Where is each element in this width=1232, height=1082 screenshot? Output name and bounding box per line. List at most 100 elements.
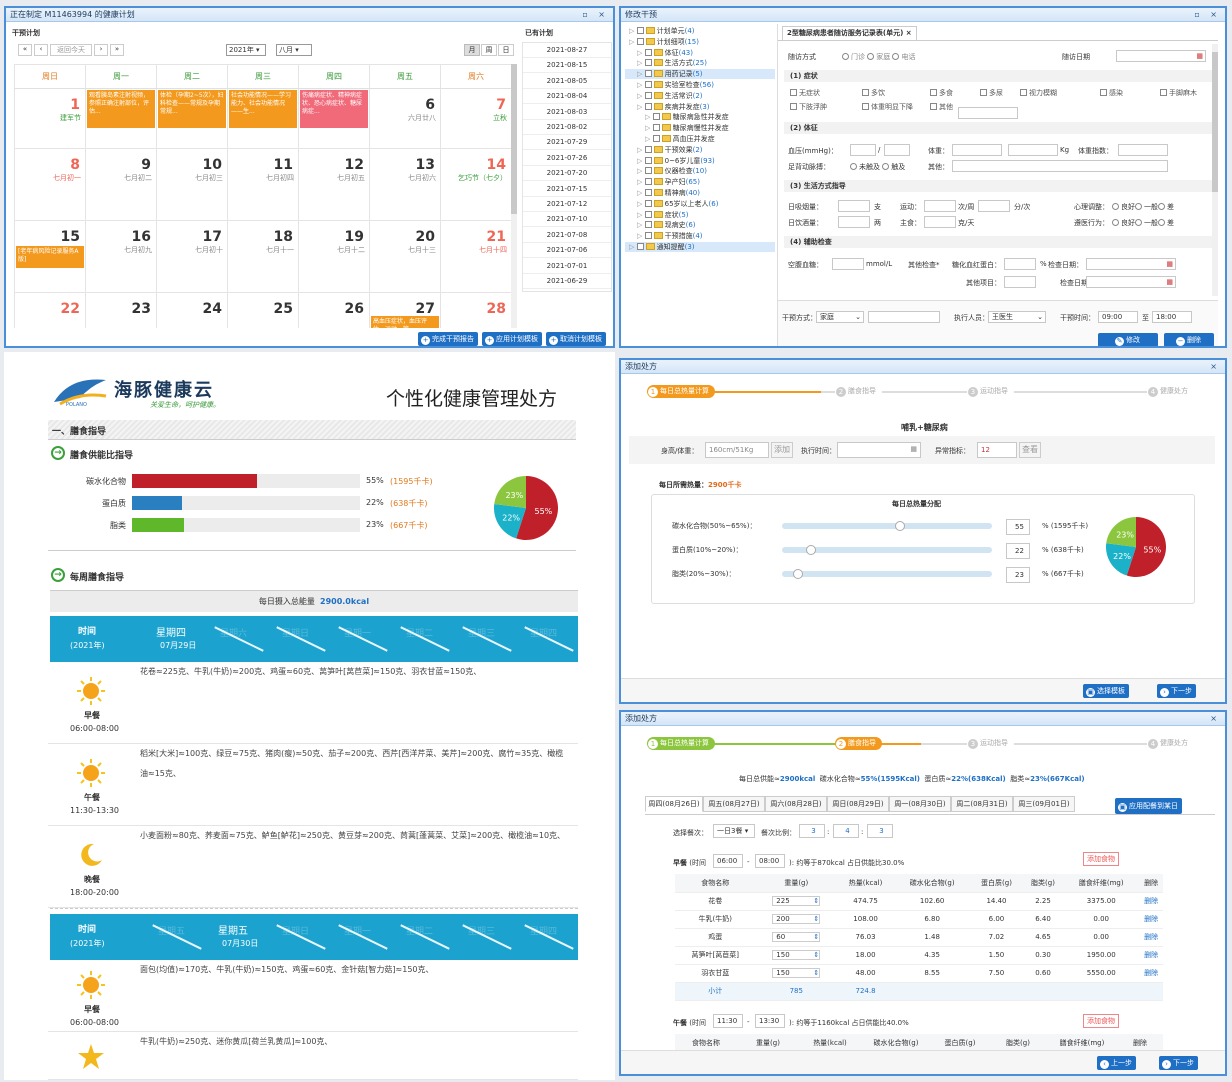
symptom-checkbox[interactable]: 手脚麻木 xyxy=(1160,88,1197,98)
expand-icon[interactable]: ▷ xyxy=(637,232,645,240)
edit-button[interactable]: ✎ 修改 xyxy=(1098,333,1158,346)
tree-checkbox[interactable] xyxy=(644,156,652,164)
tree-checkbox[interactable] xyxy=(644,91,652,99)
step-item[interactable]: 2 膳食指导 xyxy=(835,737,882,750)
sport-input-2[interactable] xyxy=(978,200,1010,212)
calendar-day-cell[interactable]: 7 立秋 xyxy=(441,89,511,149)
tree-checkbox[interactable] xyxy=(644,178,652,186)
expand-icon[interactable]: ▷ xyxy=(629,27,637,35)
calendar-day-cell[interactable]: 21 七月十四 xyxy=(441,221,511,293)
calendar-day-cell[interactable]: 14 乞巧节（七夕） xyxy=(441,149,511,221)
planned-date-item[interactable]: 2021-08-27 xyxy=(523,43,611,58)
tree-node[interactable]: ▷ 65岁以上老人(6) xyxy=(625,199,775,209)
calendar-day-cell[interactable]: 20 七月十三 xyxy=(370,221,441,293)
planned-date-item[interactable]: 2021-07-06 xyxy=(523,243,611,259)
tree-node[interactable]: ▷ 孕产妇(65) xyxy=(625,177,775,187)
next-month-button[interactable]: › xyxy=(94,44,108,56)
day-tab[interactable]: 周二(08月31日) xyxy=(951,796,1013,812)
stepper-icon[interactable]: ⇕ xyxy=(813,969,819,977)
slider-value-input[interactable]: 23 xyxy=(1006,567,1030,583)
scroll-thumb[interactable] xyxy=(511,64,517,214)
stepper-icon[interactable]: ⇕ xyxy=(813,897,819,905)
add-food-button[interactable]: 添加食物 xyxy=(1083,852,1119,866)
expand-icon[interactable]: ▷ xyxy=(637,59,645,67)
calendar-scrollbar[interactable] xyxy=(511,64,517,328)
tree-checkbox[interactable] xyxy=(644,221,652,229)
sport-input-1[interactable] xyxy=(924,200,956,212)
tree-checkbox[interactable] xyxy=(644,232,652,240)
calendar-day-cell[interactable]: 10 七月初三 xyxy=(157,149,228,221)
step-item[interactable]: 1 每日总热量计算 xyxy=(647,385,715,398)
expand-icon[interactable]: ▷ xyxy=(637,178,645,186)
view-month-button[interactable]: 月 xyxy=(464,44,480,56)
time-end-input[interactable]: 18:00 xyxy=(1152,311,1192,323)
expand-icon[interactable]: ▷ xyxy=(637,49,645,57)
table-cell[interactable]: 删除 xyxy=(1139,892,1163,911)
tree-checkbox[interactable] xyxy=(652,124,660,132)
visit-date-input[interactable]: ▦ xyxy=(1116,50,1206,62)
calendar-event[interactable]: 观看胰岛素注射视频，参照正确注射部位，评估... xyxy=(87,90,155,128)
slider-knob[interactable] xyxy=(806,545,816,555)
mode-extra-input[interactable] xyxy=(868,311,940,323)
check-date-input[interactable]: ▦ xyxy=(1086,258,1176,270)
tree-node[interactable]: ▷ 实验室检查(56) xyxy=(625,80,775,90)
calendar-day-cell[interactable]: 12 七月初五 xyxy=(299,149,370,221)
symptom-checkbox[interactable]: 感染 xyxy=(1100,88,1123,98)
calendar-event[interactable]: 高血压症状，血压评估，运动，管... xyxy=(371,316,439,328)
next-step-button[interactable]: › 下一步 xyxy=(1157,684,1196,698)
tree-node[interactable]: ▷ 生活方式(25) xyxy=(625,58,775,68)
prev-step-button[interactable]: ‹ 上一步 xyxy=(1097,1056,1136,1070)
check-date-input-2[interactable]: ▦ xyxy=(1086,276,1176,288)
calendar-day-cell[interactable]: 18 七月十一 xyxy=(228,221,299,293)
bp-dia-input[interactable] xyxy=(884,144,910,156)
expand-icon[interactable]: ▷ xyxy=(637,211,645,219)
expand-icon[interactable]: ▷ xyxy=(637,200,645,208)
symptom-checkbox[interactable]: 多饮 xyxy=(862,88,885,98)
symptom-checkbox[interactable]: 下肢浮肿 xyxy=(790,102,827,112)
slider-value-input[interactable]: 55 xyxy=(1006,519,1030,535)
weight-input[interactable]: 150 ⇕ xyxy=(772,950,821,960)
breakfast-start-select[interactable]: 06:00 xyxy=(713,854,743,868)
slider-knob[interactable] xyxy=(895,521,906,531)
expand-icon[interactable]: ▷ xyxy=(637,157,645,165)
stepper-icon[interactable]: ⇕ xyxy=(813,951,819,959)
pulse-options[interactable]: 未触及 触及 xyxy=(850,162,905,172)
expand-icon[interactable]: ▷ xyxy=(637,92,645,100)
checkbox[interactable] xyxy=(1100,89,1107,96)
table-cell[interactable]: 删除 xyxy=(1139,910,1163,929)
lunch-end-select[interactable]: 13:30 xyxy=(755,1014,785,1028)
symptom-checkbox[interactable]: 视力模糊 xyxy=(1020,88,1057,98)
comply-options[interactable]: 良好 一般差 xyxy=(1112,218,1174,228)
tree-node[interactable]: ▷ 计划细项(15) xyxy=(625,37,775,47)
next-year-button[interactable]: » xyxy=(110,44,124,56)
step-item[interactable]: 2 膳食指导 xyxy=(835,385,882,398)
table-cell[interactable]: 150 ⇕ xyxy=(755,946,838,965)
weight-input[interactable]: 60 ⇕ xyxy=(772,932,821,942)
food-input[interactable] xyxy=(924,216,956,228)
delete-button[interactable]: − 删除 xyxy=(1164,333,1214,346)
expand-icon[interactable]: ▷ xyxy=(629,243,637,251)
calendar-day-cell[interactable]: 17 七月初十 xyxy=(157,221,228,293)
planned-date-item[interactable]: 2021-07-01 xyxy=(523,259,611,274)
calendar-day-cell[interactable]: 26 xyxy=(299,293,370,328)
view-abn-button[interactable]: 查看 xyxy=(1019,442,1041,458)
symptom-checkbox[interactable]: 无症状 xyxy=(790,88,820,98)
tree-checkbox[interactable] xyxy=(644,102,652,110)
planned-date-item[interactable]: 2021-07-08 xyxy=(523,228,611,243)
step-item[interactable]: 1 每日总热量计算 xyxy=(647,737,715,750)
table-cell[interactable]: 删除 xyxy=(1139,946,1163,965)
calendar-day-cell[interactable]: 23 xyxy=(86,293,157,328)
weight-input-2[interactable] xyxy=(1008,144,1058,156)
add-hw-button[interactable]: 添加 xyxy=(771,442,793,458)
tree-checkbox[interactable] xyxy=(652,135,660,142)
table-cell[interactable]: 删除 xyxy=(1139,964,1163,983)
step-item[interactable]: 3 运动指导 xyxy=(967,385,1014,398)
stepper-icon[interactable]: ⇕ xyxy=(813,933,819,941)
bp-sys-input[interactable] xyxy=(850,144,876,156)
tree-node[interactable]: ▷ 糖尿病慢性并发症 xyxy=(625,123,775,133)
expand-icon[interactable]: ▷ xyxy=(645,124,653,132)
exec-time-input[interactable]: ▦ xyxy=(837,442,921,458)
table-cell[interactable]: 200 ⇕ xyxy=(755,910,838,929)
calendar-day-cell[interactable]: 16 七月初九 xyxy=(86,221,157,293)
expand-icon[interactable]: ▷ xyxy=(637,146,645,154)
